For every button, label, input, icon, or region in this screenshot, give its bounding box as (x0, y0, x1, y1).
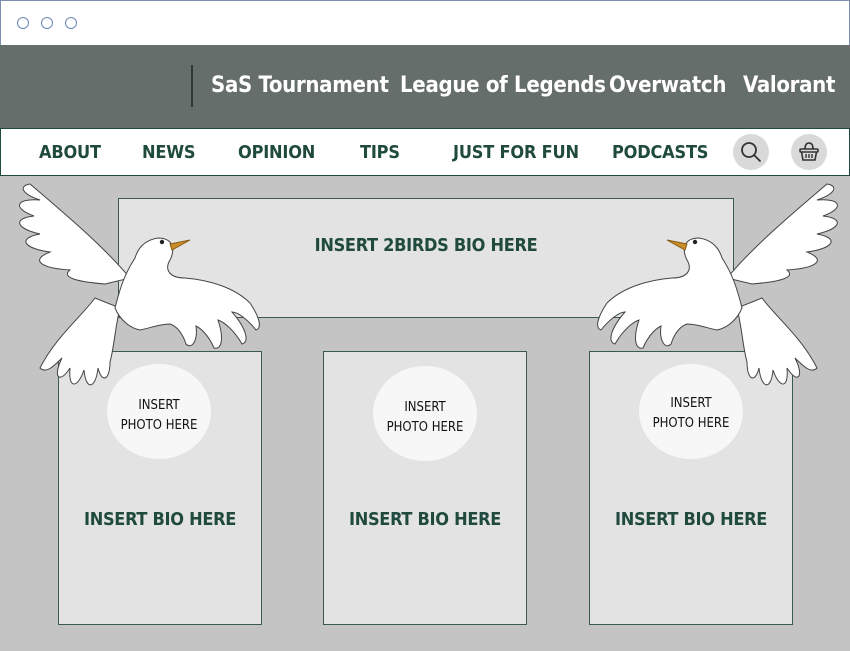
window-control-dot[interactable] (65, 17, 77, 29)
search-icon (741, 142, 761, 162)
bio-card: INSERT PHOTO HERE INSERT BIO HERE (323, 351, 527, 625)
bio-text: INSERT BIO HERE (348, 509, 502, 530)
photo-placeholder-text: INSERT PHOTO HERE (386, 400, 464, 435)
main-content: INSERT 2BIRDS BIO HERE INSERT PHOTO HERE… (0, 176, 850, 651)
search-button[interactable] (733, 134, 769, 170)
top-nav-link-league-of-legends[interactable]: League of Legends (400, 73, 606, 98)
top-nav-link-valorant[interactable]: Valorant (743, 73, 835, 98)
sub-nav-link-about[interactable]: ABOUT (39, 142, 101, 163)
dove-illustration-left (19, 183, 260, 386)
dove-illustration-right (597, 183, 838, 386)
bio-text: INSERT BIO HERE (614, 509, 768, 530)
sub-nav-link-opinion[interactable]: OPINION (238, 142, 315, 163)
sub-nav-link-tips[interactable]: TIPS (360, 142, 400, 163)
sub-nav-link-just-for-fun[interactable]: JUST FOR FUN (453, 142, 579, 163)
sub-nav-link-news[interactable]: NEWS (142, 142, 196, 163)
basket-button[interactable] (791, 134, 827, 170)
bio-text: INSERT BIO HERE (83, 509, 237, 530)
sub-nav-link-podcasts[interactable]: PODCASTS (612, 142, 708, 163)
window-control-dot[interactable] (41, 17, 53, 29)
photo-placeholder: INSERT PHOTO HERE (373, 366, 477, 461)
top-nav-link-overwatch[interactable]: Overwatch (609, 73, 726, 98)
sub-nav: ABOUT NEWS OPINION TIPS JUST FOR FUN POD… (0, 128, 850, 176)
top-nav-link-sas-tournament[interactable]: SaS Tournament (211, 73, 389, 98)
top-nav: SaS Tournament League of Legends Overwat… (0, 45, 850, 128)
browser-title-bar (0, 0, 850, 46)
basket-icon (799, 142, 819, 161)
window-control-dot[interactable] (17, 17, 29, 29)
nav-divider (191, 65, 193, 107)
